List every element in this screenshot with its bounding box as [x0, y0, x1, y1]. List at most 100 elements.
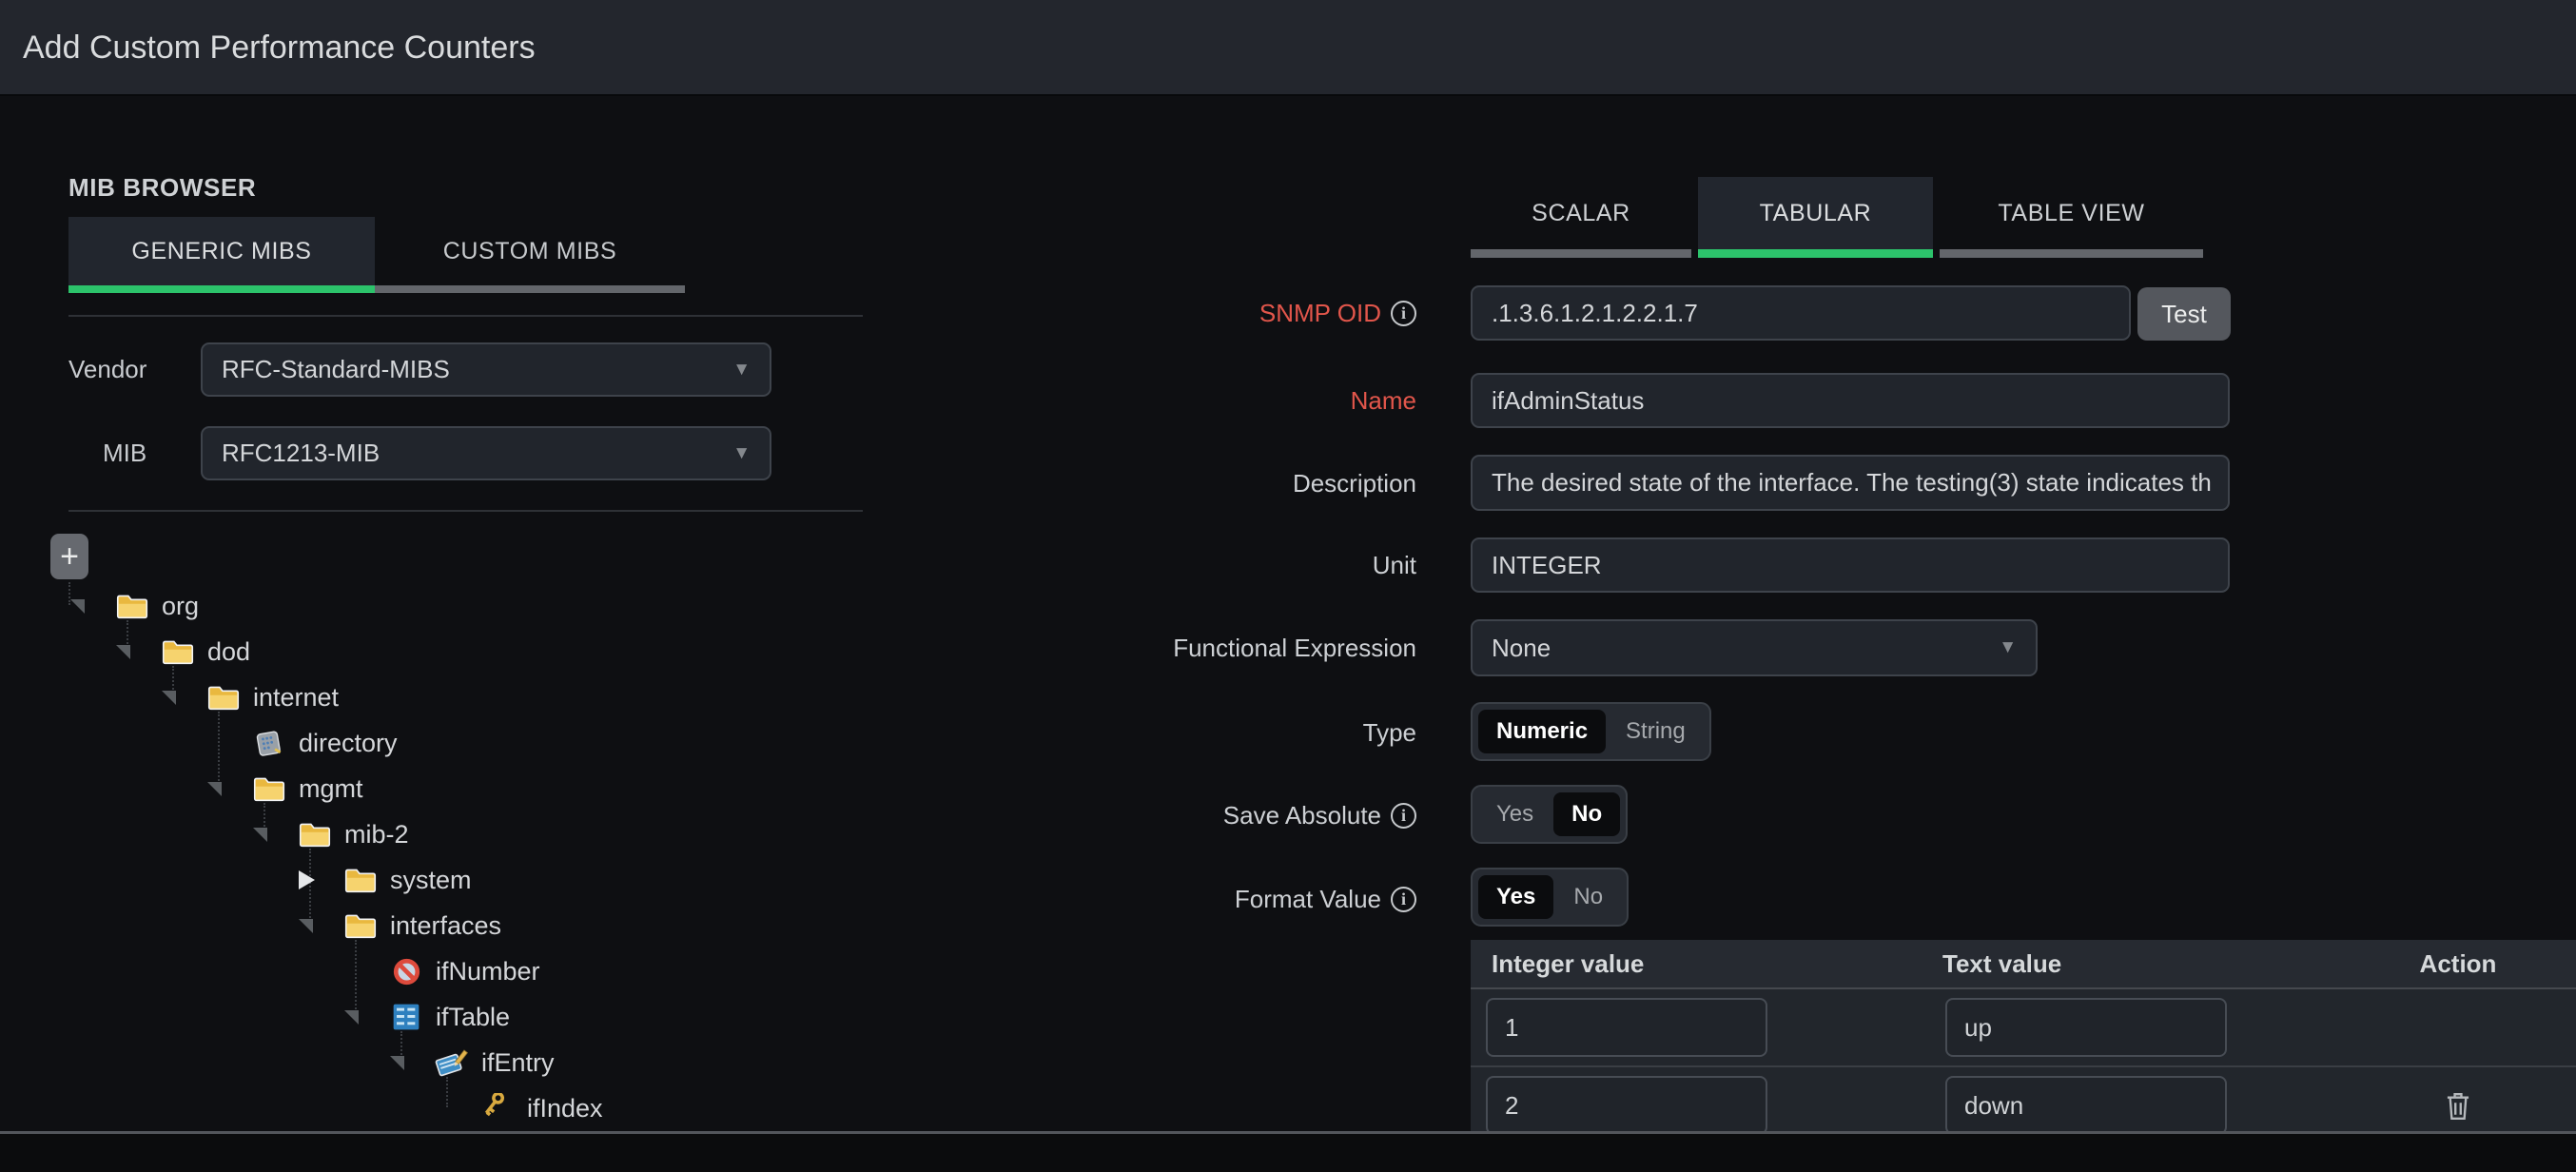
column-header-text-value: Text value: [1942, 949, 2340, 979]
column-header-integer-value: Integer value: [1471, 949, 1942, 979]
mib-browser-tabs: GENERIC MIBS CUSTOM MIBS: [68, 217, 685, 293]
unit-input[interactable]: INTEGER: [1471, 537, 2230, 593]
integer-value-input[interactable]: 1: [1486, 998, 1767, 1057]
tab-scalar[interactable]: SCALAR: [1471, 177, 1691, 258]
expander-icon[interactable]: [114, 645, 160, 659]
tree-item-interfaces[interactable]: interfaces: [297, 903, 501, 948]
dialog-header: Add Custom Performance Counters: [0, 0, 2576, 96]
expander-icon[interactable]: [388, 1056, 434, 1070]
folder-icon: [342, 864, 379, 896]
info-icon[interactable]: i: [1391, 301, 1416, 326]
card-index-icon: [251, 727, 287, 759]
format-value-option-yes[interactable]: Yes: [1478, 875, 1553, 919]
snmp-oid-input[interactable]: .1.3.6.1.2.1.2.2.1.7: [1471, 285, 2131, 341]
folder-icon: [342, 909, 379, 942]
format-value-toggle: Yes No: [1471, 868, 1629, 927]
add-custom-performance-counters-dialog: Add Custom Performance Counters MIB BROW…: [0, 0, 2576, 1172]
tree-item-ifnumber[interactable]: ifNumber: [342, 948, 540, 994]
type-toggle: Numeric String: [1471, 702, 1711, 761]
tree-item-directory[interactable]: directory: [205, 720, 398, 766]
table-row: 1 up: [1471, 989, 2576, 1067]
tree-item-label: directory: [299, 729, 398, 758]
tree-item-label: ifTable: [436, 1003, 510, 1032]
tree-item-mgmt[interactable]: mgmt: [205, 766, 363, 811]
tab-tabular[interactable]: TABULAR: [1698, 177, 1933, 258]
name-input[interactable]: ifAdminStatus: [1471, 373, 2230, 428]
delete-row-button[interactable]: [2442, 1088, 2474, 1123]
key-icon: [479, 1092, 516, 1124]
table-row: 2 down: [1471, 1067, 2576, 1131]
tree-item-label: ifNumber: [436, 957, 540, 986]
tree-item-label: ifIndex: [527, 1094, 603, 1123]
description-label: Description: [856, 456, 1416, 511]
folder-icon: [114, 590, 150, 622]
expand-tree-button[interactable]: +: [50, 534, 88, 579]
save-absolute-option-no[interactable]: No: [1553, 792, 1620, 836]
expander-icon[interactable]: [251, 828, 297, 842]
folder-icon: [297, 818, 333, 850]
info-icon[interactable]: i: [1391, 803, 1416, 829]
vendor-selected-value: RFC-Standard-MIBS: [222, 355, 450, 384]
tree-item-ifindex[interactable]: ifIndex: [434, 1085, 603, 1131]
tree-item-system[interactable]: system: [297, 857, 472, 903]
counter-type-tabs: SCALAR TABULAR TABLE VIEW: [1471, 177, 2203, 258]
tree-item-label: ifEntry: [481, 1048, 555, 1078]
type-option-string[interactable]: String: [1608, 710, 1704, 753]
expander-icon[interactable]: [297, 919, 342, 933]
expander-icon[interactable]: [342, 1010, 388, 1025]
tree-item-ifentry[interactable]: ifEntry: [388, 1040, 555, 1085]
functional-expression-label: Functional Expression: [856, 620, 1416, 675]
save-absolute-toggle: Yes No: [1471, 785, 1628, 844]
tree-item-label: interfaces: [390, 911, 501, 941]
tree-item-label: system: [390, 866, 472, 895]
save-absolute-option-yes[interactable]: Yes: [1478, 792, 1551, 836]
format-value-label: Format Value i: [856, 871, 1416, 927]
tree-item-label: mgmt: [299, 774, 363, 804]
info-icon[interactable]: i: [1391, 887, 1416, 912]
mib-select[interactable]: RFC1213-MIB ▼: [201, 426, 771, 480]
tab-table-view[interactable]: TABLE VIEW: [1940, 177, 2203, 258]
expander-icon[interactable]: [68, 599, 114, 614]
separator: [68, 510, 863, 512]
functional-expression-select[interactable]: None ▼: [1471, 619, 2038, 676]
vendor-label: Vendor: [68, 342, 146, 397]
test-button[interactable]: Test: [2137, 287, 2231, 341]
tree-item-dod[interactable]: dod: [114, 629, 250, 674]
expander-icon[interactable]: [160, 691, 205, 705]
description-input[interactable]: The desired state of the interface. The …: [1471, 455, 2230, 511]
tree-item-label: org: [162, 592, 199, 621]
format-value-option-no[interactable]: No: [1555, 875, 1621, 919]
type-option-numeric[interactable]: Numeric: [1478, 710, 1606, 753]
tree-item-label: dod: [207, 637, 250, 667]
table-icon: [388, 1001, 424, 1033]
mib-browser-heading: MIB BROWSER: [68, 173, 256, 203]
mib-label: MIB: [103, 426, 146, 480]
tab-generic-mibs[interactable]: GENERIC MIBS: [68, 217, 375, 293]
text-value-input[interactable]: up: [1945, 998, 2227, 1057]
tree-item-mib-2[interactable]: mib-2: [251, 811, 409, 857]
snmp-oid-label: SNMP OID i: [856, 285, 1416, 341]
expander-icon[interactable]: [297, 870, 342, 889]
folder-icon: [251, 772, 287, 805]
vendor-select[interactable]: RFC-Standard-MIBS ▼: [201, 342, 771, 397]
no-entry-icon: [388, 955, 424, 987]
dialog-footer: [0, 1134, 2576, 1172]
column-header-action: Action: [2340, 949, 2576, 979]
tree-item-org[interactable]: org: [68, 583, 199, 629]
expander-icon[interactable]: [205, 782, 251, 796]
integer-value-input[interactable]: 2: [1486, 1076, 1767, 1131]
folder-icon: [160, 635, 196, 668]
page-title: Add Custom Performance Counters: [23, 0, 536, 96]
value-format-table: Integer value Text value Action 1 up 2 d…: [1471, 940, 2576, 1131]
tree-item-iftable[interactable]: ifTable: [342, 994, 510, 1040]
chevron-down-icon: ▼: [1999, 637, 2017, 658]
name-label: Name: [856, 373, 1416, 428]
folder-icon: [205, 681, 242, 713]
text-value-input[interactable]: down: [1945, 1076, 2227, 1131]
tree-item-internet[interactable]: internet: [160, 674, 339, 720]
chevron-down-icon: ▼: [732, 360, 751, 381]
tab-custom-mibs[interactable]: CUSTOM MIBS: [375, 217, 685, 293]
chevron-down-icon: ▼: [732, 443, 751, 464]
separator: [68, 315, 863, 317]
tree-item-label: mib-2: [344, 820, 409, 850]
